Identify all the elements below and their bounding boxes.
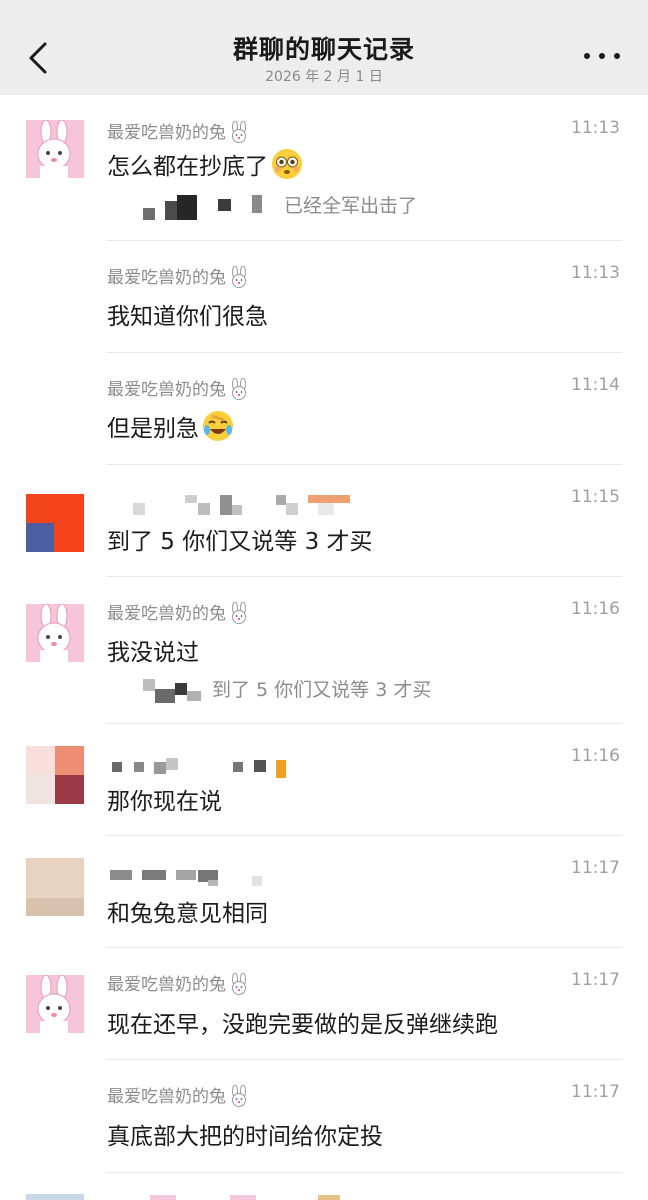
message-text: 现在还早，没跑完要做的是反弹继续跑 <box>107 1012 498 1038</box>
sender-name: 最爱吃兽奶的兔 <box>107 1082 250 1107</box>
rabbit-avatar-icon <box>26 120 84 178</box>
sender-name: 最爱吃兽奶的兔 <box>107 118 250 143</box>
message-text: 真底部大把的时间给你定投 <box>107 1124 383 1150</box>
avatar[interactable] <box>26 120 84 178</box>
beige-avatar-icon <box>26 858 84 916</box>
flushed-face-emoji <box>272 149 302 179</box>
message-text: 那你现在说 <box>107 789 222 815</box>
message-text: 怎么都在抄底了 <box>107 147 303 181</box>
message-text: 到了 5 你们又说等 3 才买 <box>107 529 373 555</box>
message-item[interactable]: 最爱吃兽奶的兔 11:17 现在还早，没跑完要做的是反弹继续跑 <box>0 948 648 1060</box>
sender-name: 最爱吃兽奶的兔 <box>107 375 250 400</box>
rabbit-emoji-icon <box>232 121 246 143</box>
rabbit-emoji-icon <box>232 973 246 995</box>
sender-name: 最爱吃兽奶的兔 <box>107 599 250 624</box>
rabbit-emoji-icon <box>232 266 246 288</box>
avatar[interactable] <box>26 604 84 662</box>
blurred-name <box>143 679 155 691</box>
history-date: 2026 年 2 月 1 日 <box>265 69 383 85</box>
avatar[interactable] <box>26 858 84 916</box>
page-title: 群聊的聊天记录 <box>232 35 415 64</box>
sender-name: 最爱吃兽奶的兔 <box>107 263 250 288</box>
crying-laughing-emoji <box>203 411 233 441</box>
rabbit-avatar-icon <box>26 975 84 1033</box>
avatar[interactable] <box>26 975 84 1033</box>
message-time: 11:17 <box>571 970 620 990</box>
message-item[interactable]: 最爱吃兽奶的兔 11:16 我没说过 到了 5 你们又说等 3 才买 <box>0 577 648 724</box>
avatar[interactable] <box>26 746 84 804</box>
message-time: 11:15 <box>571 487 620 507</box>
message-time: 11:13 <box>571 118 620 138</box>
divider <box>107 1172 622 1173</box>
message-time: 11:13 <box>571 263 620 283</box>
message-item[interactable]: 最爱吃兽奶的兔 11:13 怎么都在抄底了 已经全军出击了 <box>0 95 648 241</box>
message-time: 11:17 <box>571 1082 620 1102</box>
message-time: 11:14 <box>571 375 620 395</box>
message-text: 和兔兔意见相同 <box>107 901 268 927</box>
message-item[interactable]: 11:17 和兔兔意见相同 <box>0 836 648 948</box>
message-item[interactable]: 最爱吃兽奶的兔 11:14 但是别急 <box>0 353 648 465</box>
rabbit-avatar-icon <box>26 604 84 662</box>
blurred-name <box>143 208 155 220</box>
pixelated-avatar-icon <box>26 746 84 804</box>
chat-history-header: 群聊的聊天记录 2026 年 2 月 1 日 <box>0 0 648 95</box>
rabbit-emoji-icon <box>232 378 246 400</box>
message-item[interactable]: 11:16 那你现在说 <box>0 724 648 836</box>
message-text: 我没说过 <box>107 640 199 666</box>
sender-name: 最爱吃兽奶的兔 <box>107 970 250 995</box>
rabbit-emoji-icon <box>232 1085 246 1107</box>
rabbit-emoji-icon <box>232 602 246 624</box>
message-time: 11:17 <box>571 858 620 878</box>
message-item[interactable]: 11:15 到了 5 你们又说等 3 才买 <box>0 465 648 577</box>
more-dots-icon <box>584 53 590 59</box>
message-text: 我知道你们很急 <box>107 304 268 330</box>
more-button[interactable] <box>584 46 620 66</box>
avatar[interactable] <box>26 1194 84 1200</box>
orange-block-avatar-icon <box>26 494 84 552</box>
message-time: 11:16 <box>571 746 620 766</box>
message-item[interactable]: 最爱吃兽奶的兔 11:17 真底部大把的时间给你定投 <box>0 1060 648 1173</box>
message-text: 但是别急 <box>107 409 234 443</box>
message-item[interactable]: 最爱吃兽奶的兔 11:13 我知道你们很急 <box>0 241 648 353</box>
avatar[interactable] <box>26 494 84 552</box>
quote-text: 已经全军出击了 <box>284 195 418 217</box>
message-time: 11:16 <box>571 599 620 619</box>
quote-text: 到了 5 你们又说等 3 才买 <box>212 679 432 701</box>
